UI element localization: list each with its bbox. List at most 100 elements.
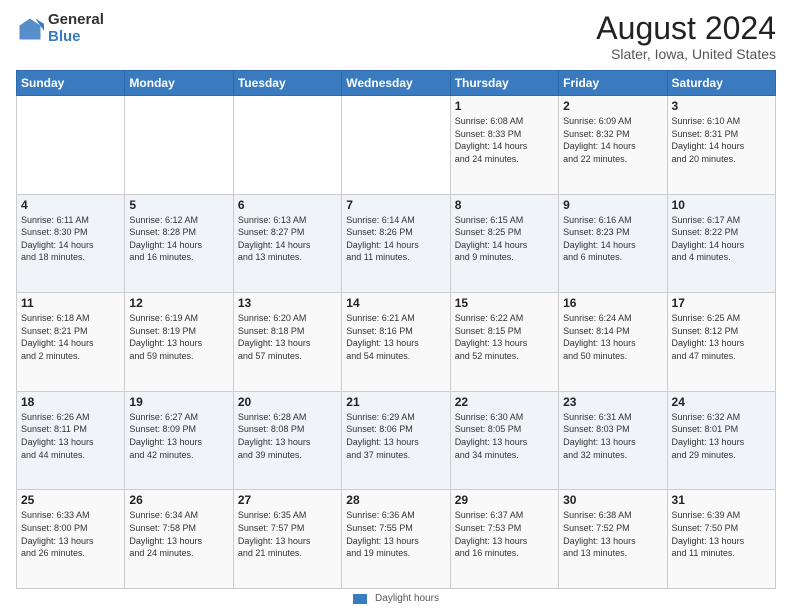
day-number: 31 [672,493,771,507]
day-info: Sunrise: 6:19 AM Sunset: 8:19 PM Dayligh… [129,312,228,362]
logo-general: General [48,12,104,29]
footer: Daylight hours [16,593,776,604]
calendar-day-cell: 13 Sunrise: 6:20 AM Sunset: 8:18 PM Dayli… [233,293,341,392]
calendar-day-cell: 8 Sunrise: 6:15 AM Sunset: 8:25 PM Daylig… [450,194,558,293]
calendar-day-cell: 3 Sunrise: 6:10 AM Sunset: 8:31 PM Daylig… [667,96,775,195]
calendar-day-cell: 29 Sunrise: 6:37 AM Sunset: 7:53 PM Dayli… [450,490,558,589]
day-info: Sunrise: 6:37 AM Sunset: 7:53 PM Dayligh… [455,509,554,559]
calendar-header-cell: Tuesday [233,71,341,96]
calendar-week-row: 11 Sunrise: 6:18 AM Sunset: 8:21 PM Dayli… [17,293,776,392]
calendar-day-cell: 28Sunrise: 6:36 AM Sunset: 7:55 PM Dayli… [342,490,450,589]
calendar-day-cell: 11 Sunrise: 6:18 AM Sunset: 8:21 PM Dayli… [17,293,125,392]
logo-blue: Blue [48,29,104,46]
day-info: Sunrise: 6:10 AM Sunset: 8:31 PM Dayligh… [672,115,771,165]
calendar-week-row: 18 Sunrise: 6:26 AM Sunset: 8:11 PM Dayli… [17,391,776,490]
calendar-day-cell [125,96,233,195]
day-info: Sunrise: 6:25 AM Sunset: 8:12 PM Dayligh… [672,312,771,362]
calendar-day-cell: 12 Sunrise: 6:19 AM Sunset: 8:19 PM Dayli… [125,293,233,392]
calendar-day-cell: 24 Sunrise: 6:32 AM Sunset: 8:01 PM Dayli… [667,391,775,490]
day-info: Sunrise: 6:15 AM Sunset: 8:25 PM Dayligh… [455,214,554,264]
calendar-week-row: 4 Sunrise: 6:11 AM Sunset: 8:30 PM Daylig… [17,194,776,293]
day-number: 29 [455,493,554,507]
day-number: 11 [21,296,120,310]
day-number: 21 [346,395,445,409]
logo: General Blue [16,12,104,45]
calendar-day-cell: 19 Sunrise: 6:27 AM Sunset: 8:09 PM Dayli… [125,391,233,490]
calendar-day-cell: 31Sunrise: 6:39 AM Sunset: 7:50 PM Dayli… [667,490,775,589]
calendar-day-cell: 26 Sunrise: 6:34 AM Sunset: 7:58 PM Dayli… [125,490,233,589]
day-info: Sunrise: 6:21 AM Sunset: 8:16 PM Dayligh… [346,312,445,362]
day-number: 3 [672,99,771,113]
calendar-day-cell: 30Sunrise: 6:38 AM Sunset: 7:52 PM Dayli… [559,490,667,589]
day-info: Sunrise: 6:30 AM Sunset: 8:05 PM Dayligh… [455,411,554,461]
day-info: Sunrise: 6:08 AM Sunset: 8:33 PM Dayligh… [455,115,554,165]
day-number: 26 [129,493,228,507]
day-number: 10 [672,198,771,212]
calendar-day-cell [17,96,125,195]
day-info: Sunrise: 6:31 AM Sunset: 8:03 PM Dayligh… [563,411,662,461]
day-info: Sunrise: 6:35 AM Sunset: 7:57 PM Dayligh… [238,509,337,559]
day-info: Sunrise: 6:24 AM Sunset: 8:14 PM Dayligh… [563,312,662,362]
day-number: 12 [129,296,228,310]
day-info: Sunrise: 6:29 AM Sunset: 8:06 PM Dayligh… [346,411,445,461]
calendar-week-row: 25 Sunrise: 6:33 AM Sunset: 8:00 PM Dayli… [17,490,776,589]
day-number: 20 [238,395,337,409]
day-info: Sunrise: 6:38 AM Sunset: 7:52 PM Dayligh… [563,509,662,559]
day-info: Sunrise: 6:20 AM Sunset: 8:18 PM Dayligh… [238,312,337,362]
calendar-day-cell: 20 Sunrise: 6:28 AM Sunset: 8:08 PM Dayli… [233,391,341,490]
day-number: 18 [21,395,120,409]
day-number: 19 [129,395,228,409]
day-info: Sunrise: 6:18 AM Sunset: 8:21 PM Dayligh… [21,312,120,362]
calendar-day-cell: 6 Sunrise: 6:13 AM Sunset: 8:27 PM Daylig… [233,194,341,293]
day-info: Sunrise: 6:34 AM Sunset: 7:58 PM Dayligh… [129,509,228,559]
day-info: Sunrise: 6:26 AM Sunset: 8:11 PM Dayligh… [21,411,120,461]
day-number: 9 [563,198,662,212]
calendar-table: SundayMondayTuesdayWednesdayThursdayFrid… [16,70,776,589]
day-number: 2 [563,99,662,113]
day-number: 15 [455,296,554,310]
day-number: 4 [21,198,120,212]
day-info: Sunrise: 6:17 AM Sunset: 8:22 PM Dayligh… [672,214,771,264]
legend-label: Daylight hours [375,593,439,604]
day-number: 24 [672,395,771,409]
calendar-header-cell: Wednesday [342,71,450,96]
calendar-header-cell: Friday [559,71,667,96]
day-info: Sunrise: 6:28 AM Sunset: 8:08 PM Dayligh… [238,411,337,461]
calendar-day-cell [233,96,341,195]
calendar-day-cell: 21 Sunrise: 6:29 AM Sunset: 8:06 PM Dayli… [342,391,450,490]
day-info: Sunrise: 6:16 AM Sunset: 8:23 PM Dayligh… [563,214,662,264]
header: General Blue August 2024 Slater, Iowa, U… [16,12,776,62]
calendar-week-row: 1 Sunrise: 6:08 AM Sunset: 8:33 PM Daylig… [17,96,776,195]
day-number: 8 [455,198,554,212]
calendar-day-cell: 15Sunrise: 6:22 AM Sunset: 8:15 PM Dayli… [450,293,558,392]
logo-icon [16,15,44,43]
logo-text: General Blue [48,12,104,45]
calendar-day-cell: 22Sunrise: 6:30 AM Sunset: 8:05 PM Dayli… [450,391,558,490]
day-number: 17 [672,296,771,310]
day-info: Sunrise: 6:27 AM Sunset: 8:09 PM Dayligh… [129,411,228,461]
day-number: 1 [455,99,554,113]
calendar-day-cell: 1 Sunrise: 6:08 AM Sunset: 8:33 PM Daylig… [450,96,558,195]
calendar-day-cell: 9 Sunrise: 6:16 AM Sunset: 8:23 PM Daylig… [559,194,667,293]
day-number: 13 [238,296,337,310]
page: General Blue August 2024 Slater, Iowa, U… [0,0,792,612]
day-info: Sunrise: 6:33 AM Sunset: 8:00 PM Dayligh… [21,509,120,559]
calendar-day-cell: 5Sunrise: 6:12 AM Sunset: 8:28 PM Daylig… [125,194,233,293]
calendar-day-cell: 10 Sunrise: 6:17 AM Sunset: 8:22 PM Dayli… [667,194,775,293]
day-number: 7 [346,198,445,212]
day-info: Sunrise: 6:13 AM Sunset: 8:27 PM Dayligh… [238,214,337,264]
day-info: Sunrise: 6:32 AM Sunset: 8:01 PM Dayligh… [672,411,771,461]
day-info: Sunrise: 6:09 AM Sunset: 8:32 PM Dayligh… [563,115,662,165]
calendar-header-cell: Monday [125,71,233,96]
day-info: Sunrise: 6:11 AM Sunset: 8:30 PM Dayligh… [21,214,120,264]
calendar-day-cell: 17 Sunrise: 6:25 AM Sunset: 8:12 PM Dayli… [667,293,775,392]
day-info: Sunrise: 6:36 AM Sunset: 7:55 PM Dayligh… [346,509,445,559]
day-number: 23 [563,395,662,409]
day-info: Sunrise: 6:14 AM Sunset: 8:26 PM Dayligh… [346,214,445,264]
day-number: 25 [21,493,120,507]
day-number: 6 [238,198,337,212]
calendar-day-cell [342,96,450,195]
calendar-day-cell: 14Sunrise: 6:21 AM Sunset: 8:16 PM Dayli… [342,293,450,392]
calendar-day-cell: 23 Sunrise: 6:31 AM Sunset: 8:03 PM Dayli… [559,391,667,490]
calendar-day-cell: 25 Sunrise: 6:33 AM Sunset: 8:00 PM Dayli… [17,490,125,589]
